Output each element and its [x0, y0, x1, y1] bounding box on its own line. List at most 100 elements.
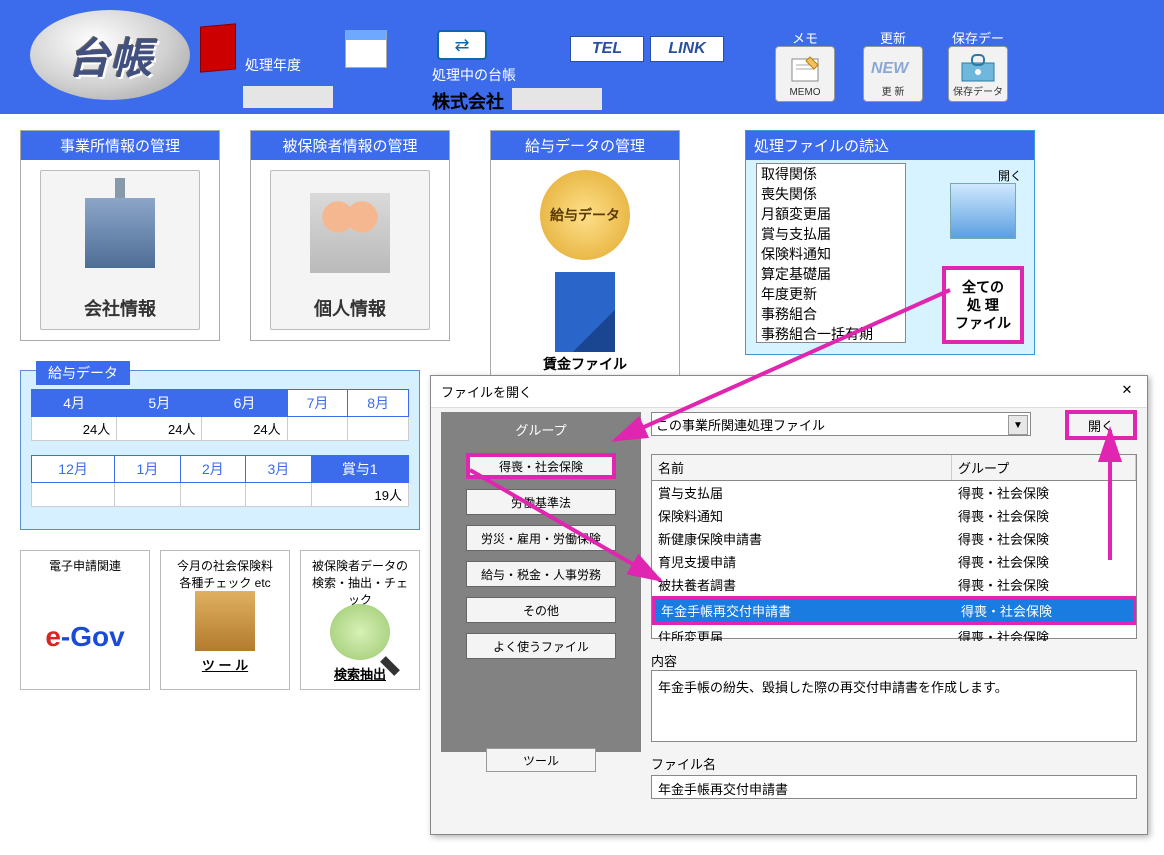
new-icon: NEW: [871, 53, 915, 83]
personal-info-button[interactable]: 個人情報: [270, 170, 430, 330]
save-caption: 保存データ: [953, 83, 1003, 98]
dialog-tool-button[interactable]: ツール: [486, 748, 596, 772]
salary-table-2: 12月 1月 2月 3月 賞与1 19人: [31, 455, 409, 507]
process-list-item[interactable]: 喪失関係: [757, 184, 905, 204]
sal-h[interactable]: 賞与1: [311, 456, 408, 483]
sal-h[interactable]: 6月: [202, 390, 287, 417]
dialog-close-button[interactable]: ✕: [1117, 382, 1137, 401]
memo-icon: [786, 53, 824, 87]
file-list-row[interactable]: 賞与支払届得喪・社会保険: [652, 481, 1136, 504]
company-name-value: [512, 88, 602, 110]
col-name-header[interactable]: 名前: [652, 455, 952, 480]
sal-h[interactable]: 1月: [115, 456, 180, 483]
wage-file-icon[interactable]: [555, 272, 615, 352]
process-list-item[interactable]: 取得関係: [757, 164, 905, 184]
group-btn-frequent[interactable]: よく使うファイル: [466, 633, 616, 659]
group-btn-payroll-tax[interactable]: 給与・税金・人事労務: [466, 561, 616, 587]
link-button[interactable]: LINK: [650, 36, 724, 62]
process-list-item[interactable]: 算定基礎届: [757, 264, 905, 284]
group-heading: グループ: [515, 420, 566, 439]
all-files-line2: 処 理: [967, 296, 999, 314]
file-list-row[interactable]: 保険料通知得喪・社会保険: [652, 504, 1136, 527]
sal-v: 24人: [202, 417, 287, 441]
scope-combobox[interactable]: この事業所関連処理ファイル: [651, 412, 1031, 436]
save-button[interactable]: 保存データ: [948, 46, 1008, 102]
salary-data-panel: 給与データ 4月 5月 6月 7月 8月 24人 24人 24人 12月 1月: [20, 370, 420, 530]
search-box[interactable]: 被保険者データの 検索・抽出・チェック 検索抽出: [300, 550, 420, 690]
egov-label: 電子申請関連: [49, 557, 121, 591]
file-group-cell: 得喪・社会保険: [952, 481, 1136, 504]
process-list-item[interactable]: 事務組合一括有期: [757, 324, 905, 343]
file-name-cell: 被扶養者調書: [652, 573, 952, 596]
sal-h[interactable]: 3月: [246, 456, 311, 483]
egov-box[interactable]: 電子申請関連 e-Gov: [20, 550, 150, 690]
file-name-cell: 賞与支払届: [652, 481, 952, 504]
open-folder-button[interactable]: [950, 183, 1016, 239]
dialog-open-button[interactable]: 開く: [1065, 410, 1137, 440]
dialog-main: この事業所関連処理ファイル 開く 名前 グループ 賞与支払届得喪・社会保険保険料…: [651, 412, 1137, 824]
sal-v: [246, 483, 311, 507]
memo-caption: MEMO: [789, 87, 820, 98]
sal-h[interactable]: 4月: [32, 390, 117, 417]
combo-value: この事業所関連処理ファイル: [656, 415, 825, 434]
group-btn-labor-standards[interactable]: 労働基準法: [466, 489, 616, 515]
book-icon: [200, 23, 236, 72]
process-file-list[interactable]: 取得関係喪失関係月額変更届賞与支払届保険料通知算定基礎届年度更新事務組合事務組合…: [756, 163, 906, 343]
process-list-item[interactable]: 保険料通知: [757, 244, 905, 264]
salary-table-1: 4月 5月 6月 7月 8月 24人 24人 24人: [31, 389, 409, 441]
file-group-cell: 得喪・社会保険: [955, 599, 1133, 622]
sal-v: 24人: [117, 417, 202, 441]
sal-h[interactable]: 2月: [180, 456, 245, 483]
filename-value: 年金手帳再交付申請書: [651, 775, 1137, 799]
all-process-files-button[interactable]: 全ての 処 理 ファイル: [942, 266, 1024, 344]
ledger-switch-icon[interactable]: ⇄: [437, 30, 487, 60]
building-icon: [85, 198, 155, 268]
tool-icon: [195, 591, 255, 651]
egov-icon: e-Gov: [45, 621, 124, 653]
file-name-cell: 年金手帳再交付申請書: [655, 599, 955, 622]
safe-icon: [958, 53, 998, 85]
calendar-icon[interactable]: [345, 30, 387, 68]
file-list[interactable]: 名前 グループ 賞与支払届得喪・社会保険保険料通知得喪・社会保険新健康保険申請書…: [651, 454, 1137, 639]
company-name-prefix: 株式会社: [432, 88, 504, 114]
app-header: 台帳 処理年度 ⇄ 処理中の台帳 株式会社 TEL LINK メモ MEMO 更…: [0, 0, 1164, 114]
company-info-button[interactable]: 会社情報: [40, 170, 200, 330]
file-group-cell: 得喪・社会保険: [952, 625, 1136, 641]
sal-v: [115, 483, 180, 507]
file-name-cell: 保険料通知: [652, 504, 952, 527]
sal-h[interactable]: 5月: [117, 390, 202, 417]
sal-h[interactable]: 7月: [287, 390, 348, 417]
process-list-item[interactable]: 月額変更届: [757, 204, 905, 224]
file-list-row[interactable]: 新健康保険申請書得喪・社会保険: [652, 527, 1136, 550]
payroll-panel: 給与データの管理 給与データ 賃金ファイル: [490, 130, 680, 385]
col-group-header[interactable]: グループ: [952, 455, 1136, 480]
salary-data-button[interactable]: 給与データ: [540, 170, 630, 260]
group-btn-other[interactable]: その他: [466, 597, 616, 623]
file-list-row[interactable]: 年金手帳再交付申請書得喪・社会保険: [652, 596, 1136, 625]
sal-v: 24人: [32, 417, 117, 441]
insured-panel-title: 被保険者情報の管理: [251, 131, 449, 160]
sal-h[interactable]: 8月: [348, 390, 409, 417]
update-button[interactable]: NEW 更 新: [863, 46, 923, 102]
tool-label: 今月の社会保険料 各種チェック etc: [177, 557, 273, 591]
tel-button[interactable]: TEL: [570, 36, 644, 62]
office-panel-title: 事業所情報の管理: [21, 131, 219, 160]
file-open-dialog: ファイルを開く ✕ グループ 得喪・社会保険 労働基準法 労災・雇用・労働保険 …: [430, 375, 1148, 835]
process-list-item[interactable]: 賞与支払届: [757, 224, 905, 244]
group-btn-social-insurance[interactable]: 得喪・社会保険: [466, 453, 616, 479]
office-panel: 事業所情報の管理 会社情報: [20, 130, 220, 341]
process-list-item[interactable]: 事務組合: [757, 304, 905, 324]
process-file-panel: 処理ファイルの読込 取得関係喪失関係月額変更届賞与支払届保険料通知算定基礎届年度…: [745, 130, 1035, 355]
memo-label: メモ: [775, 28, 835, 47]
file-list-row[interactable]: 育児支援申請得喪・社会保険: [652, 550, 1136, 573]
file-list-row[interactable]: 住所変更届得喪・社会保険: [652, 625, 1136, 641]
group-btn-labor-insurance[interactable]: 労災・雇用・労働保険: [466, 525, 616, 551]
tool-box[interactable]: 今月の社会保険料 各種チェック etc ツ ー ル: [160, 550, 290, 690]
file-list-row[interactable]: 被扶養者調書得喪・社会保険: [652, 573, 1136, 596]
process-list-item[interactable]: 年度更新: [757, 284, 905, 304]
memo-button[interactable]: MEMO: [775, 46, 835, 102]
search-label: 被保険者データの 検索・抽出・チェック: [307, 557, 413, 604]
sal-h[interactable]: 12月: [32, 456, 115, 483]
tool-caption: ツ ー ル: [202, 655, 248, 674]
content-label: 内容: [651, 651, 1137, 670]
